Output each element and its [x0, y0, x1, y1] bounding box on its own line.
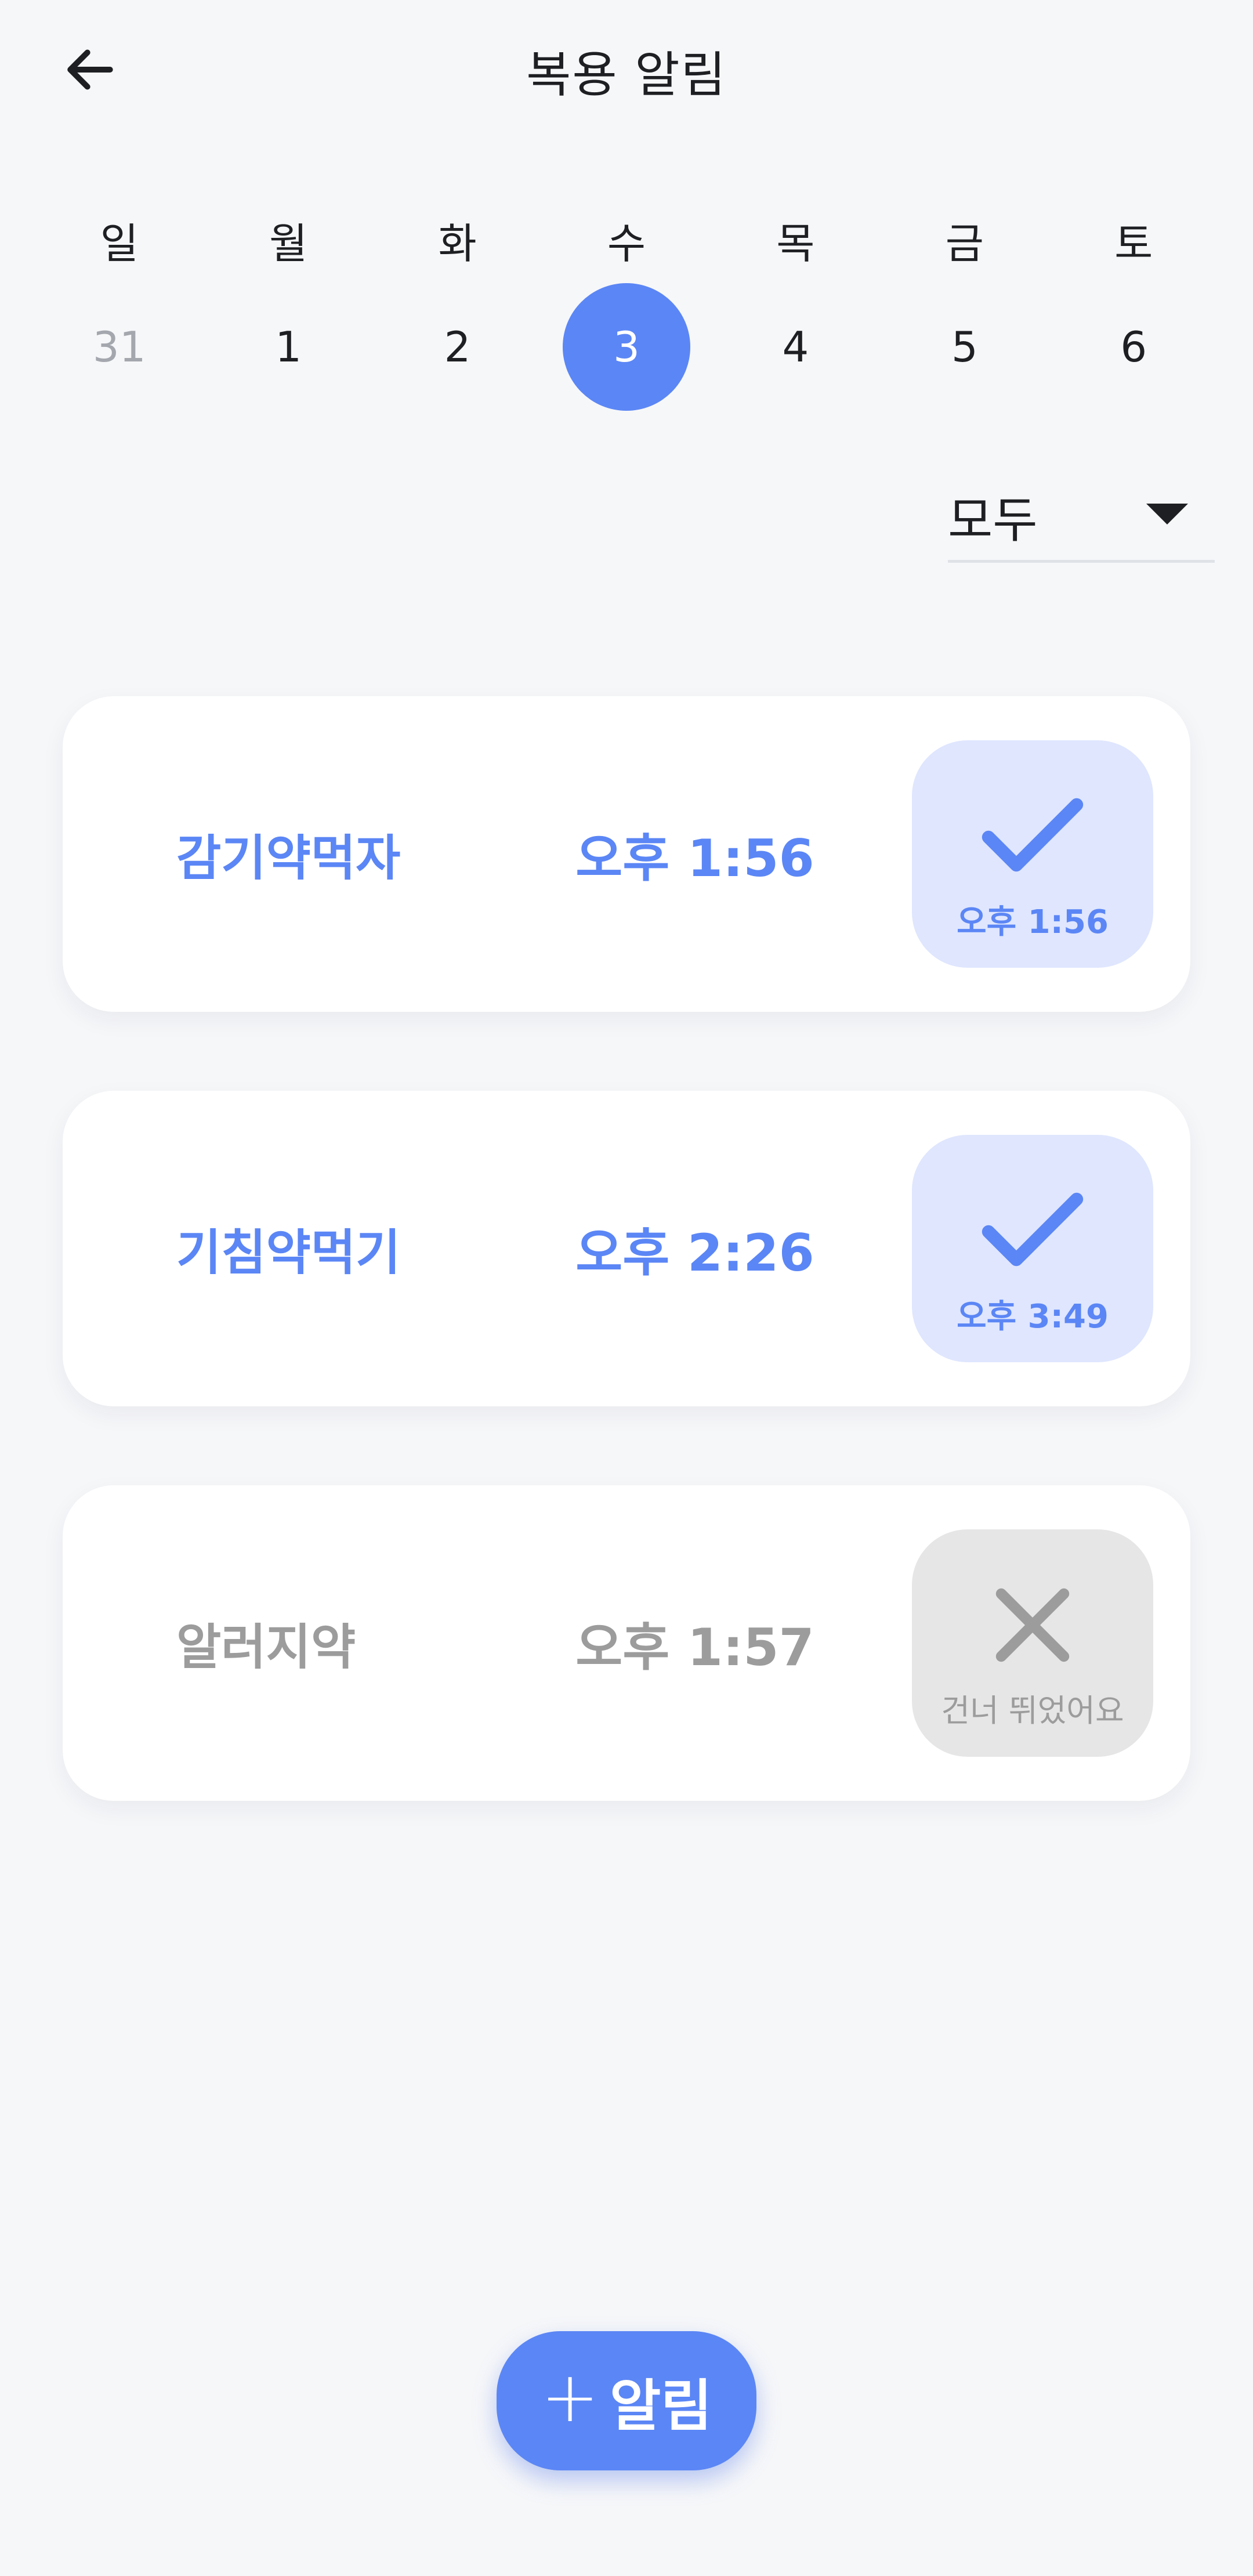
day-sat[interactable]: 토 6 [1049, 209, 1218, 411]
date-number[interactable]: 4 [731, 283, 859, 411]
day-thu[interactable]: 목 4 [711, 209, 880, 411]
selected-date[interactable]: 3 [562, 283, 690, 411]
day-wed[interactable]: 수 3 [542, 209, 711, 411]
reminder-time: 오후 2:26 [575, 1222, 814, 1283]
date-number[interactable]: 2 [394, 283, 522, 411]
close-icon [980, 1582, 1085, 1669]
weekday-label: 월 [269, 219, 308, 268]
day-sun[interactable]: 일 31 [35, 209, 204, 411]
reminder-name: 알러지약 [176, 1618, 356, 1676]
reminder-name: 기침약먹기 [176, 1224, 401, 1281]
app-header: 복용 알림 [0, 0, 1253, 139]
weekday-label: 목 [776, 219, 815, 268]
taken-status-button[interactable]: 오후 1:56 [912, 740, 1153, 968]
add-reminder-button[interactable]: + 알림 [497, 2331, 756, 2470]
taken-time-label: 오후 1:56 [957, 903, 1109, 941]
page-title: 복용 알림 [526, 46, 727, 103]
skipped-label: 건너 뛰었어요 [941, 1692, 1124, 1729]
weekday-label: 수 [607, 219, 646, 268]
date-number[interactable]: 1 [224, 283, 352, 411]
reminder-time: 오후 1:57 [575, 1617, 814, 1677]
day-mon[interactable]: 월 1 [204, 209, 372, 411]
caret-down-icon [1146, 504, 1188, 524]
week-date-picker: 일 31 월 1 화 2 수 3 목 4 금 5 토 6 [35, 209, 1218, 411]
weekday-label: 일 [100, 219, 139, 268]
date-number[interactable]: 5 [901, 283, 1029, 411]
date-number[interactable]: 31 [56, 283, 183, 411]
taken-time-label: 오후 3:49 [957, 1298, 1109, 1336]
check-icon [980, 793, 1085, 880]
skipped-status-button[interactable]: 건너 뛰었어요 [912, 1529, 1153, 1757]
weekday-label: 토 [1114, 219, 1153, 268]
weekday-label: 화 [438, 219, 477, 268]
filter-selected-value: 모두 [948, 492, 1038, 549]
check-icon [980, 1187, 1085, 1274]
date-number[interactable]: 6 [1070, 283, 1197, 411]
plus-icon: + [541, 2357, 599, 2438]
weekday-label: 금 [945, 219, 984, 268]
reminder-name: 감기약먹자 [176, 829, 401, 887]
reminder-card[interactable]: 감기약먹자 오후 1:56 오후 1:56 [63, 696, 1190, 1012]
reminder-card[interactable]: 알러지약 오후 1:57 건너 뛰었어요 [63, 1485, 1190, 1801]
day-tue[interactable]: 화 2 [373, 209, 542, 411]
day-fri[interactable]: 금 5 [880, 209, 1049, 411]
taken-status-button[interactable]: 오후 3:49 [912, 1135, 1153, 1362]
filter-dropdown[interactable]: 모두 [948, 470, 1215, 563]
reminder-card[interactable]: 기침약먹기 오후 2:26 오후 3:49 [63, 1091, 1190, 1406]
add-reminder-label: 알림 [609, 2373, 712, 2438]
reminder-time: 오후 1:56 [575, 828, 814, 888]
medication-reminder-screen: 복용 알림 일 31 월 1 화 2 수 3 목 4 금 5 토 6 모두 감기… [0, 0, 1253, 2576]
